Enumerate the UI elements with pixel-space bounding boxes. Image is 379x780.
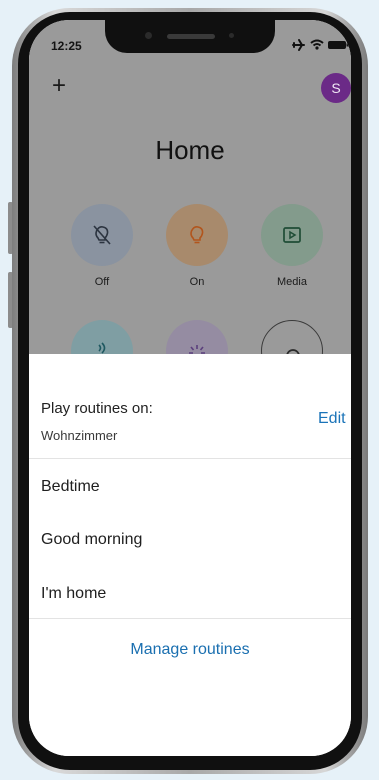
notch [105, 20, 275, 53]
camera-icon [145, 32, 152, 39]
tile-off-button[interactable] [71, 204, 133, 266]
routine-item-im-home[interactable]: I'm home [41, 585, 331, 603]
routine-item-good-morning[interactable]: Good morning [41, 531, 331, 549]
speaker [167, 34, 215, 39]
status-time: 12:25 [51, 39, 82, 53]
wifi-icon [310, 39, 324, 50]
tile-on-button[interactable] [166, 204, 228, 266]
lightbulb-icon [190, 226, 204, 244]
tile-on-label: On [189, 276, 205, 288]
phone-screen: 12:25 + S Home Off On Media Play routine… [29, 20, 351, 756]
airplane-icon [292, 39, 305, 51]
play-screen-icon [283, 227, 301, 243]
lightbulb-off-icon [93, 225, 111, 245]
status-icons [291, 36, 349, 52]
routines-sheet: Play routines on: Wohnzimmer Edit Bedtim… [29, 354, 351, 756]
sensor-icon [229, 33, 234, 38]
divider [29, 618, 351, 619]
battery-icon [328, 41, 349, 49]
avatar[interactable]: S [321, 73, 351, 103]
selected-device: Wohnzimmer [41, 428, 118, 443]
sheet-title: Play routines on: [41, 400, 153, 417]
routine-item-bedtime[interactable]: Bedtime [41, 478, 331, 496]
tile-media-button[interactable] [261, 204, 323, 266]
add-button[interactable]: + [47, 72, 71, 100]
divider [29, 458, 351, 459]
tile-off-label: Off [94, 276, 110, 288]
edit-button[interactable]: Edit [318, 410, 346, 428]
page-title: Home [155, 135, 225, 165]
tile-media-label: Media [277, 276, 307, 288]
manage-routines-button[interactable]: Manage routines [29, 641, 351, 659]
dimmed-home-background: 12:25 + S Home Off On Media [29, 20, 351, 382]
